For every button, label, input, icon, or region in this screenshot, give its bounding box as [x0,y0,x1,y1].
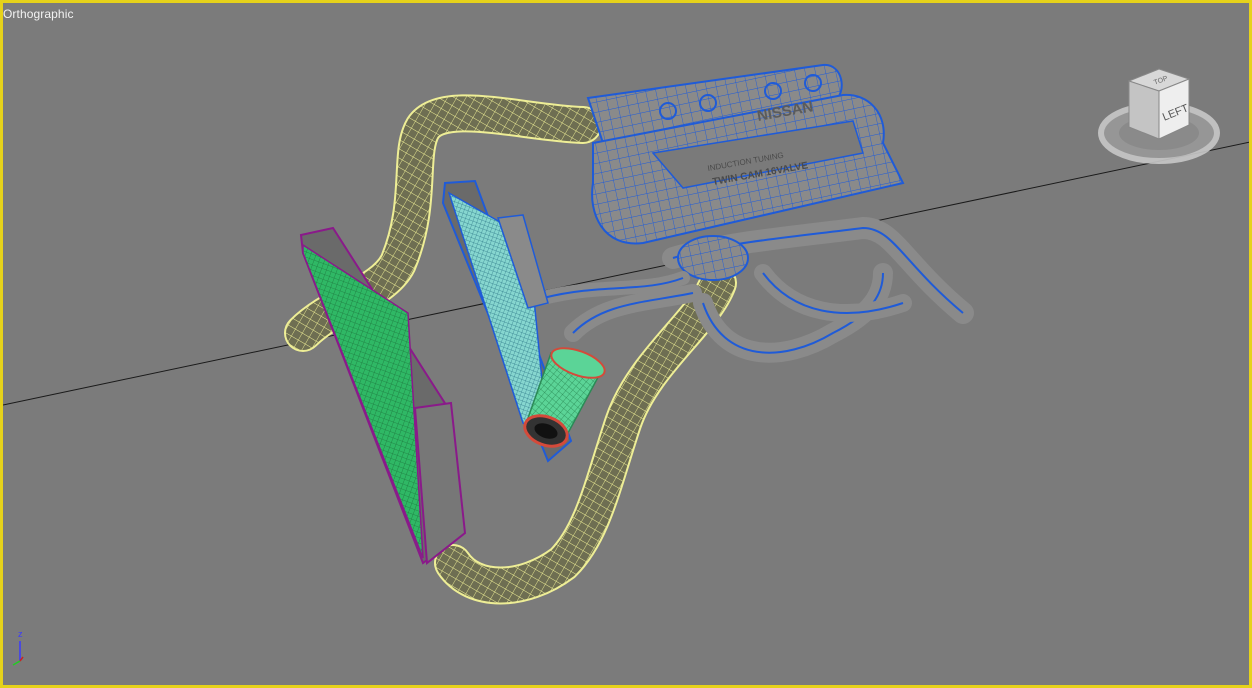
engine-model[interactable]: NISSAN INDUCTION TUNING TWIN CAM 16VALVE [536,63,974,363]
scene-canvas[interactable]: NISSAN INDUCTION TUNING TWIN CAM 16VALVE [3,3,1252,688]
3d-viewport[interactable]: Orthographic NISSAN INDUCTION TUNING TWI… [0,0,1252,688]
viewcube[interactable]: LEFT TOP [1093,63,1225,168]
z-axis-label: z [18,629,23,639]
y-axis-line [12,660,21,666]
axis-tripod: z [12,629,24,666]
